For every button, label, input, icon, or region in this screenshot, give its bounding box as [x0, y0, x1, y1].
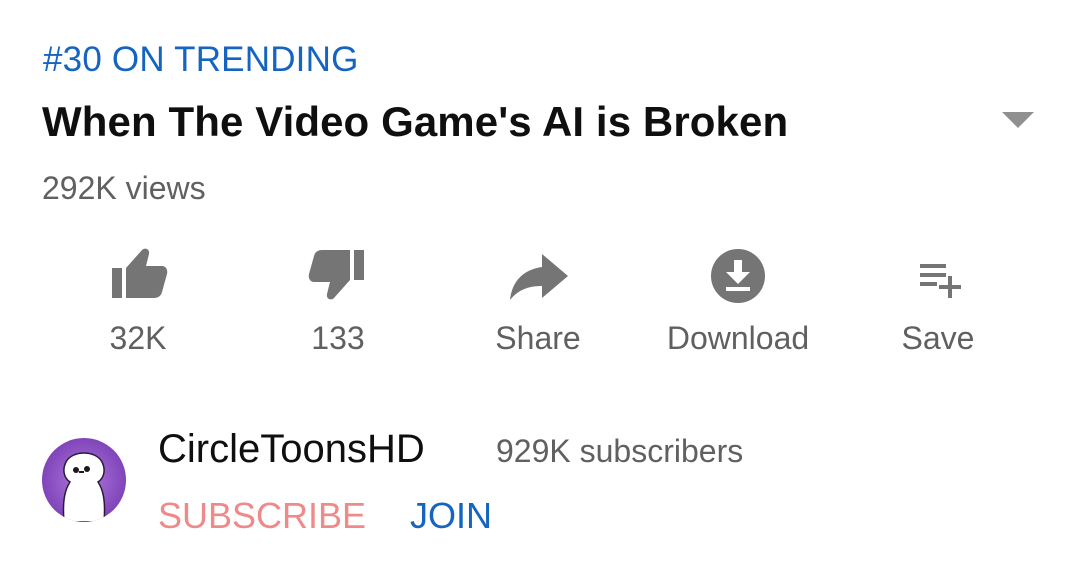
download-label: Download	[666, 320, 810, 356]
video-title: When The Video Game's AI is Broken	[42, 98, 789, 145]
trending-label[interactable]: #30 ON TRENDING	[43, 38, 359, 82]
download-button[interactable]: Download	[638, 236, 838, 366]
ghost-character-icon	[42, 438, 126, 522]
share-button[interactable]: Share	[438, 236, 638, 366]
channel-avatar[interactable]	[42, 438, 126, 522]
like-count: 32K	[109, 320, 167, 356]
like-button[interactable]: 32K	[38, 236, 238, 366]
share-arrow-icon	[510, 254, 568, 300]
view-count: 292K views	[42, 170, 206, 206]
action-bar: 32K 133 Share Download Save	[38, 236, 1042, 366]
download-icon	[711, 249, 765, 303]
add-to-playlist-icon	[920, 264, 961, 298]
thumbs-down-icon	[308, 250, 364, 300]
dislike-count: 133	[311, 320, 365, 356]
expand-description-button[interactable]	[996, 108, 1040, 132]
channel-name[interactable]: CircleToonsHD	[158, 424, 425, 474]
share-label: Share	[495, 320, 581, 356]
save-label: Save	[901, 320, 975, 356]
save-button[interactable]: Save	[838, 236, 1038, 366]
thumbs-up-icon	[112, 248, 168, 298]
dislike-button[interactable]: 133	[238, 236, 438, 366]
chevron-down-icon	[1002, 112, 1034, 128]
subscriber-count: 929K subscribers	[496, 433, 744, 469]
subscribe-button[interactable]: SUBSCRIBE	[158, 494, 366, 538]
join-button[interactable]: JOIN	[410, 494, 492, 538]
